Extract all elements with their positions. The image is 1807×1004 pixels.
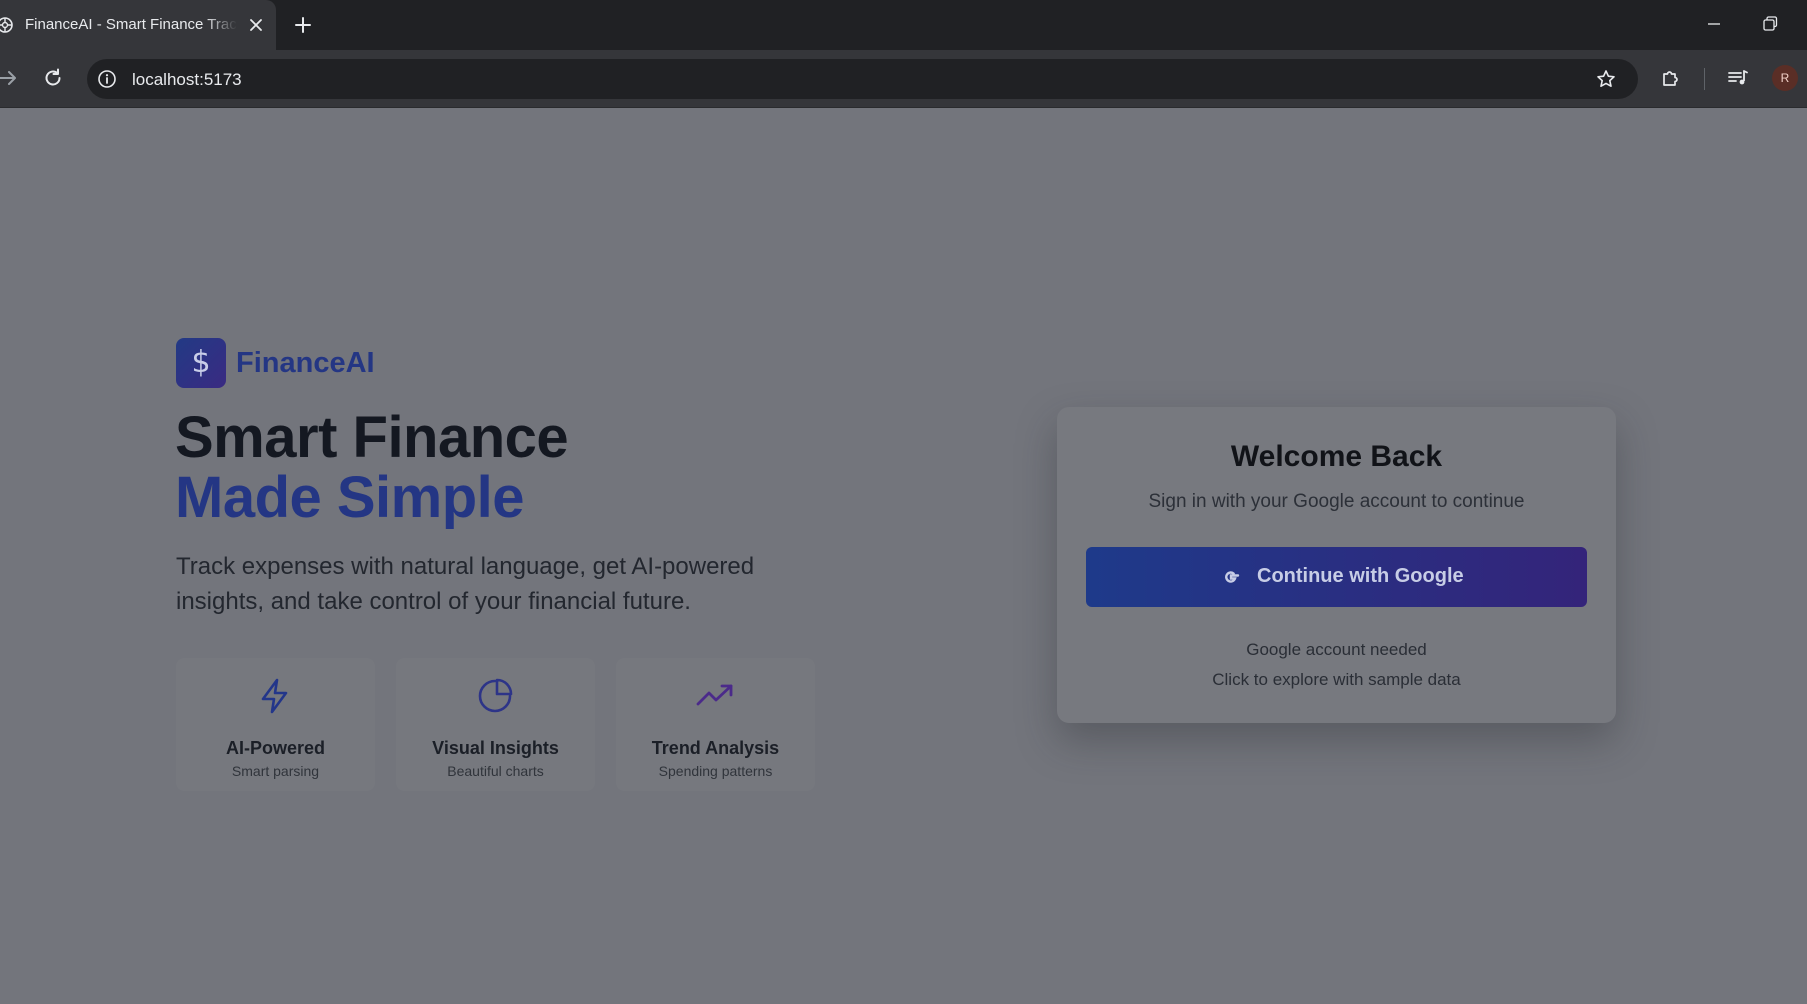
feature-title: Visual Insights xyxy=(432,738,559,758)
tab-title: FinanceAI - Smart Finance Tracker xyxy=(25,16,237,33)
brand-name: FinanceAI xyxy=(236,347,375,379)
feature-title: AI-Powered xyxy=(225,738,326,758)
feature-subtitle: Spending patterns xyxy=(658,763,773,779)
account-note: Google account needed xyxy=(1246,640,1427,659)
feature-card-ai-powered: AI-Powered Smart parsing xyxy=(176,658,375,791)
lightning-icon xyxy=(255,676,295,716)
feature-card-visual-insights: Visual Insights Beautiful charts xyxy=(396,658,595,791)
trending-up-icon xyxy=(695,676,735,716)
site-info-icon[interactable] xyxy=(96,68,118,90)
extensions-puzzle-icon[interactable] xyxy=(1659,66,1683,90)
explore-sample-data-link[interactable]: Click to explore with sample data xyxy=(1057,670,1616,690)
pie-chart-icon xyxy=(475,676,515,716)
feature-subtitle: Smart parsing xyxy=(231,763,320,779)
reload-icon[interactable] xyxy=(41,66,65,90)
forward-arrow-icon[interactable] xyxy=(0,66,20,90)
browser-toolbar: localhost:5173 R xyxy=(0,50,1807,108)
hero-heading-line1: Smart Finance xyxy=(175,405,569,470)
minimize-window-icon[interactable] xyxy=(1700,12,1728,36)
url-text[interactable]: localhost:5173 xyxy=(132,70,242,90)
feature-subtitle: Beautiful charts xyxy=(447,763,544,779)
close-tab-icon[interactable] xyxy=(246,15,266,35)
feature-card-trend-analysis: Trend Analysis Spending patterns xyxy=(616,658,815,791)
browser-tab-strip: FinanceAI - Smart Finance Tracker xyxy=(0,0,1807,50)
hero-description: Track expenses with natural language, ge… xyxy=(176,553,755,615)
toolbar-divider xyxy=(1704,68,1705,90)
google-button-label: Continue with Google xyxy=(1257,565,1464,587)
google-g-icon xyxy=(1219,565,1243,589)
media-controls-icon[interactable] xyxy=(1726,66,1750,90)
feature-title: Trend Analysis xyxy=(651,738,780,758)
login-title: Welcome Back xyxy=(1230,440,1443,473)
new-tab-icon[interactable] xyxy=(291,13,315,37)
login-subtitle: Sign in with your Google account to cont… xyxy=(1148,491,1525,512)
restore-window-icon[interactable] xyxy=(1756,12,1784,36)
tab-favicon-icon xyxy=(0,16,14,34)
address-bar[interactable]: localhost:5173 xyxy=(87,59,1638,99)
dollar-logo-icon: $ xyxy=(176,338,226,388)
continue-with-google-button[interactable]: Continue with Google xyxy=(1086,547,1587,607)
profile-avatar[interactable]: R xyxy=(1772,65,1798,91)
page-viewport: $ FinanceAI Smart Finance Made Simple Tr… xyxy=(0,109,1807,1004)
bookmark-star-icon[interactable] xyxy=(1595,68,1617,90)
browser-tab[interactable]: FinanceAI - Smart Finance Tracker xyxy=(0,0,276,50)
hero-heading-line2: Made Simple xyxy=(175,465,525,530)
login-card: Welcome Back Sign in with your Google ac… xyxy=(1057,407,1616,723)
